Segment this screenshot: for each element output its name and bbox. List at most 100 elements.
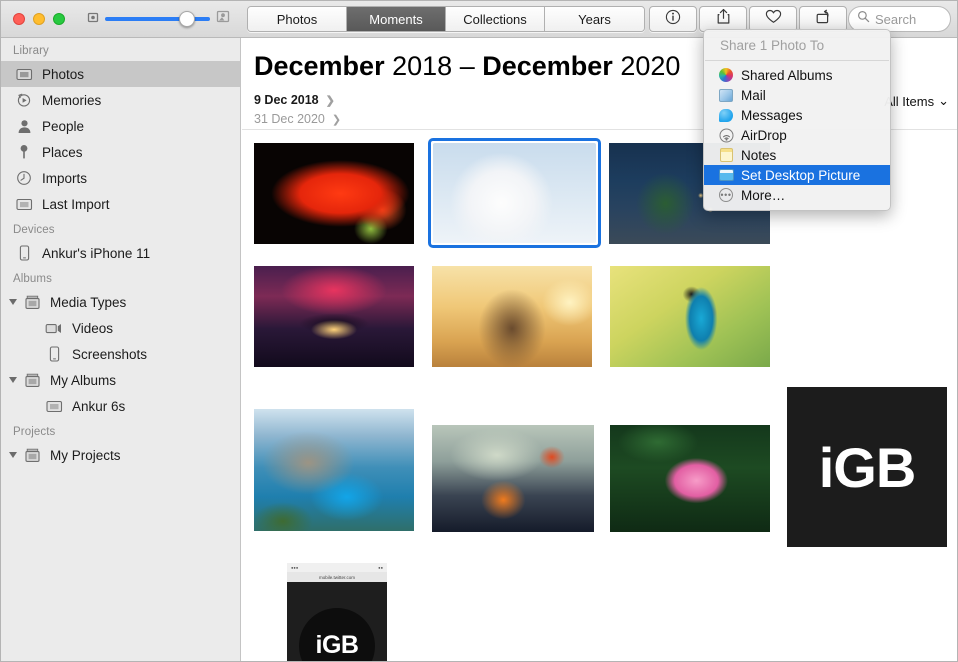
chevron-down-icon[interactable]	[9, 299, 17, 305]
sidebar-item-label: Ankur 6s	[72, 398, 126, 414]
clock-icon	[13, 170, 35, 186]
photos-icon	[13, 197, 35, 211]
photo-igb-logo[interactable]: iGB	[787, 387, 947, 547]
photo-thumbnail	[433, 143, 596, 243]
sidebar-item-label: Ankur's iPhone 11	[42, 245, 151, 261]
page-title: December 2018 – December 2020	[254, 51, 680, 82]
album-stack-icon	[21, 373, 43, 388]
search-icon	[857, 10, 870, 28]
sidebar-item-photos[interactable]: Photos	[1, 61, 240, 87]
sidebar-item-last-import[interactable]: Last Import	[1, 191, 240, 217]
search-placeholder: Search	[875, 11, 917, 27]
sidebar-item-label: Places	[42, 144, 83, 160]
mobile-url-text: mobile.twitter.com	[318, 574, 355, 580]
sidebar-item-label: Last Import	[42, 196, 110, 212]
menu-item-label: Set Desktop Picture	[741, 167, 861, 183]
sidebar-item-my-albums[interactable]: My Albums	[1, 367, 240, 393]
sidebar: Library Photos Memories People Places Im…	[1, 38, 241, 661]
album-icon	[43, 399, 65, 413]
chevron-down-icon: ⌄	[938, 93, 949, 108]
sidebar-item-places[interactable]: Places	[1, 139, 240, 165]
sidebar-section-devices: Devices	[13, 224, 55, 236]
menu-item-label: Messages	[741, 107, 803, 123]
photo-orange-flowers[interactable]	[432, 425, 594, 532]
menu-item-shared-albums[interactable]: Shared Albums	[704, 65, 890, 85]
sidebar-item-label: Imports	[42, 170, 88, 186]
moment-start-date[interactable]: 9 Dec 2018 ❯	[254, 93, 335, 107]
menu-item-label: Shared Albums	[741, 67, 833, 83]
title-month-end: December	[482, 51, 613, 81]
photo-pink-lotus[interactable]	[610, 425, 770, 532]
tab-collections[interactable]: Collections	[446, 7, 545, 31]
title-dash: –	[459, 51, 475, 81]
sidebar-item-people[interactable]: People	[1, 113, 240, 139]
title-month-start: December	[254, 51, 385, 81]
share-icon	[716, 8, 731, 30]
photo-kingfisher[interactable]	[610, 266, 770, 367]
sidebar-item-my-projects[interactable]: My Projects	[1, 442, 240, 468]
sidebar-item-imports[interactable]: Imports	[1, 165, 240, 191]
tab-photos[interactable]: Photos	[248, 7, 347, 31]
mobile-status-bar: ●●● ●●	[287, 563, 387, 572]
share-menu-title: Share 1 Photo To	[720, 38, 825, 53]
photo-tree-dusk[interactable]	[254, 266, 414, 367]
menu-item-set-desktop-picture[interactable]: Set Desktop Picture	[704, 165, 890, 185]
sidebar-item-ankurs-iphone-11[interactable]: Ankur's iPhone 11	[1, 240, 240, 266]
chevron-down-icon[interactable]	[9, 452, 17, 458]
slider-knob[interactable]	[179, 11, 195, 27]
menu-item-messages[interactable]: Messages	[704, 105, 890, 125]
menu-item-label: Notes	[741, 147, 777, 163]
iphone-icon	[13, 245, 35, 261]
large-thumbnail-icon	[216, 10, 230, 28]
photo-red-amaryllis[interactable]	[254, 143, 414, 244]
photos-pinwheel-icon	[718, 67, 734, 83]
maximize-window-button[interactable]	[53, 13, 65, 25]
menu-item-notes[interactable]: Notes	[704, 145, 890, 165]
igb-logo-text: iGB	[315, 631, 359, 659]
desktop-icon	[718, 167, 734, 183]
info-button[interactable]	[649, 6, 697, 32]
moment-start-date-label: 9 Dec 2018	[254, 93, 319, 107]
mobile-url-bar: mobile.twitter.com	[287, 572, 387, 582]
sidebar-item-memories[interactable]: Memories	[1, 87, 240, 113]
sidebar-item-ankur-6s[interactable]: Ankur 6s	[1, 393, 240, 419]
menu-item-label: Mail	[741, 87, 766, 103]
tab-moments[interactable]: Moments	[347, 7, 446, 31]
sidebar-item-media-types[interactable]: Media Types	[1, 289, 240, 315]
menu-item-label: AirDrop	[741, 127, 787, 143]
sidebar-section-projects: Projects	[13, 426, 56, 438]
chevron-down-icon[interactable]	[9, 377, 17, 383]
view-mode-segmented-control[interactable]: Photos Moments Collections Years	[247, 6, 645, 32]
sidebar-item-screenshots[interactable]: Screenshots	[1, 341, 240, 367]
filter-dropdown-label: All Items	[884, 93, 935, 109]
sidebar-section-albums: Albums	[13, 273, 52, 285]
iphone-icon	[43, 346, 65, 362]
photo-navagio-beach[interactable]	[254, 409, 414, 531]
small-thumbnail-icon	[87, 10, 99, 28]
sidebar-item-videos[interactable]: Videos	[1, 315, 240, 341]
tab-years[interactable]: Years	[545, 7, 644, 31]
photo-mobile-screenshot[interactable]: ●●● ●● mobile.twitter.com iGB	[287, 563, 387, 661]
photos-icon	[13, 67, 35, 81]
menu-item-airdrop[interactable]: AirDrop	[704, 125, 890, 145]
close-window-button[interactable]	[13, 13, 25, 25]
chevron-right-icon: ❯	[331, 113, 342, 126]
filter-dropdown[interactable]: All Items ⌄	[884, 93, 949, 109]
thumbnail-size-slider[interactable]	[105, 11, 210, 27]
menu-divider	[705, 60, 889, 61]
photo-white-dog[interactable]	[428, 138, 601, 248]
person-icon	[13, 119, 35, 134]
notes-icon	[718, 147, 734, 163]
heart-icon	[765, 9, 782, 29]
chevron-right-icon: ❯	[325, 94, 335, 107]
airdrop-icon	[718, 127, 734, 143]
photo-woman-field[interactable]	[432, 266, 592, 367]
moment-end-date[interactable]: 31 Dec 2020 ❯	[254, 112, 341, 126]
title-year-end: 2020	[620, 51, 681, 81]
minimize-window-button[interactable]	[33, 13, 45, 25]
photos-app-window: Photos Moments Collections Years Search …	[0, 0, 958, 662]
rotate-icon	[815, 9, 832, 30]
menu-item-mail[interactable]: Mail	[704, 85, 890, 105]
menu-item-more[interactable]: ••• More…	[704, 185, 890, 205]
sidebar-item-label: Screenshots	[72, 346, 148, 362]
